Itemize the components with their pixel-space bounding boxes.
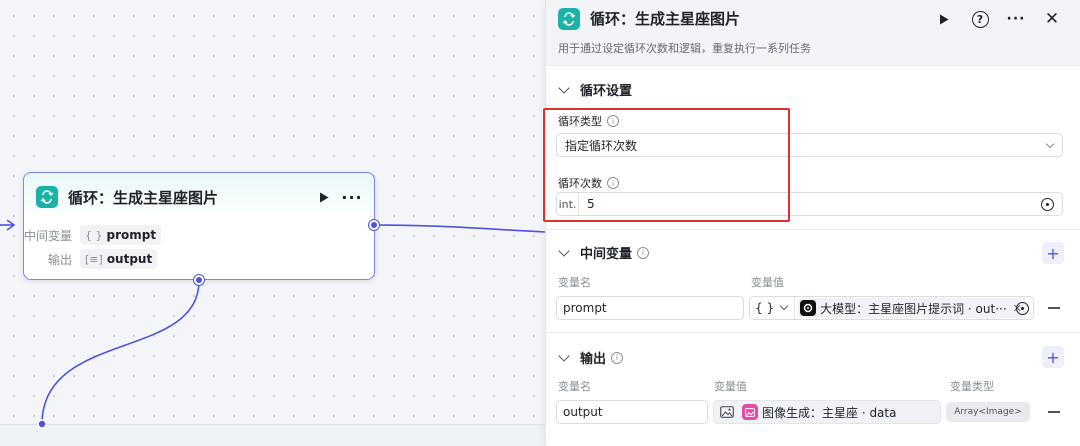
output-name: output [106,252,153,266]
section-loop-settings[interactable]: 循环设置 [558,80,632,99]
variable-name: prompt [106,228,157,242]
panel-description: 用于通过设定循环次数和逻辑，重复执行一系列任务 [558,42,811,55]
add-variable-button[interactable]: + [1042,242,1064,264]
variable-chip: { } prompt [80,225,162,245]
chevron-down-icon [558,349,570,362]
close-icon[interactable]: ✕ [1041,8,1063,30]
chevron-down-icon [558,81,570,94]
info-icon[interactable]: i [611,351,624,364]
node-config-panel: 循环：生成主星座图片 ? ··· ✕ 用于通过设定循环次数和逻辑，重复执行一系列… [545,0,1080,446]
more-icon[interactable]: ··· [341,187,362,207]
section-title: 循环设置 [580,84,633,99]
more-icon[interactable]: ··· [1005,8,1027,30]
loop-body-port[interactable] [194,275,204,285]
node-output-port[interactable] [369,220,379,230]
output-name-input[interactable]: output [556,400,708,424]
node-header: 循环：生成主星座图片 ··· [36,184,362,210]
add-output-button[interactable]: + [1042,346,1064,368]
col-value-label: 变量值 [751,276,784,289]
node-row-label: 输出 [47,252,72,267]
panel-title: 循环：生成主星座图片 [590,10,741,28]
col-type-label: 变量类型 [950,380,994,393]
node-row-output: 输出 [≡] output [24,249,158,269]
chevron-down-icon [1045,139,1055,149]
output-type-tag: Array<Image> [946,402,1030,422]
llm-node-icon [800,300,817,316]
chevron-down-icon [779,301,789,311]
array-type-icon: [≡] [85,252,103,266]
run-icon[interactable] [314,187,334,207]
ref-text: 大模型：主星座图片提示词 · out··· [820,301,1007,316]
highlight-box [543,108,790,222]
canvas-bottom-bar [0,424,545,446]
section-title: 中间变量 [580,247,633,262]
ref-chip: 图像生成：主星座 · data [740,402,900,422]
variable-name-input[interactable]: prompt [556,296,744,320]
node-title: 循环：生成主星座图片 [68,188,219,207]
loop-icon [36,186,58,208]
panel-header: 循环：生成主星座图片 ? ··· ✕ 用于通过设定循环次数和逻辑，重复执行一系列… [546,0,1080,66]
info-icon[interactable]: i [637,246,650,259]
col-value-label: 变量值 [714,380,747,393]
ref-text: 图像生成：主星座 · data [762,405,897,420]
col-name-label: 变量名 [558,276,591,289]
chevron-down-icon [558,244,570,257]
object-type-icon: { } [755,301,775,315]
remove-variable-button[interactable] [1048,307,1060,309]
col-name-label: 变量名 [558,380,591,393]
image-gen-node-icon [742,404,758,420]
panel-actions: ? ··· ✕ [933,8,1063,30]
remove-output-button[interactable] [1048,411,1060,413]
variable-ref-icon[interactable] [1016,302,1029,315]
image-type-icon[interactable] [717,402,737,422]
node-row-label: 中间变量 [24,228,73,243]
variable-ref-icon[interactable] [1041,198,1054,211]
ref-chip: 大模型：主星座图片提示词 · out··· ✕ [798,298,1026,318]
section-variables[interactable]: 中间变量 i [558,243,650,262]
loop-icon [558,8,580,30]
divider [546,229,1080,230]
node-row-variable: 中间变量 { } prompt [24,225,162,245]
help-icon[interactable]: ? [969,8,991,30]
loop-node-card[interactable]: 循环：生成主星座图片 ··· 中间变量 { } prompt 输出 [≡] outp… [23,172,375,280]
object-type-icon: { } [85,228,103,242]
output-chip: [≡] output [80,249,158,269]
output-value-ref[interactable]: 图像生成：主星座 · data [713,400,941,424]
section-outputs[interactable]: 输出 i [558,348,624,367]
divider [546,332,1080,333]
type-select[interactable]: { } [750,297,796,319]
output-name-value: output [563,405,603,419]
variable-value-ref[interactable]: { } 大模型：主星座图片提示词 · out··· ✕ [749,296,1034,320]
section-title: 输出 [580,352,607,367]
variable-name-value: prompt [563,301,607,315]
run-icon[interactable] [933,8,955,30]
